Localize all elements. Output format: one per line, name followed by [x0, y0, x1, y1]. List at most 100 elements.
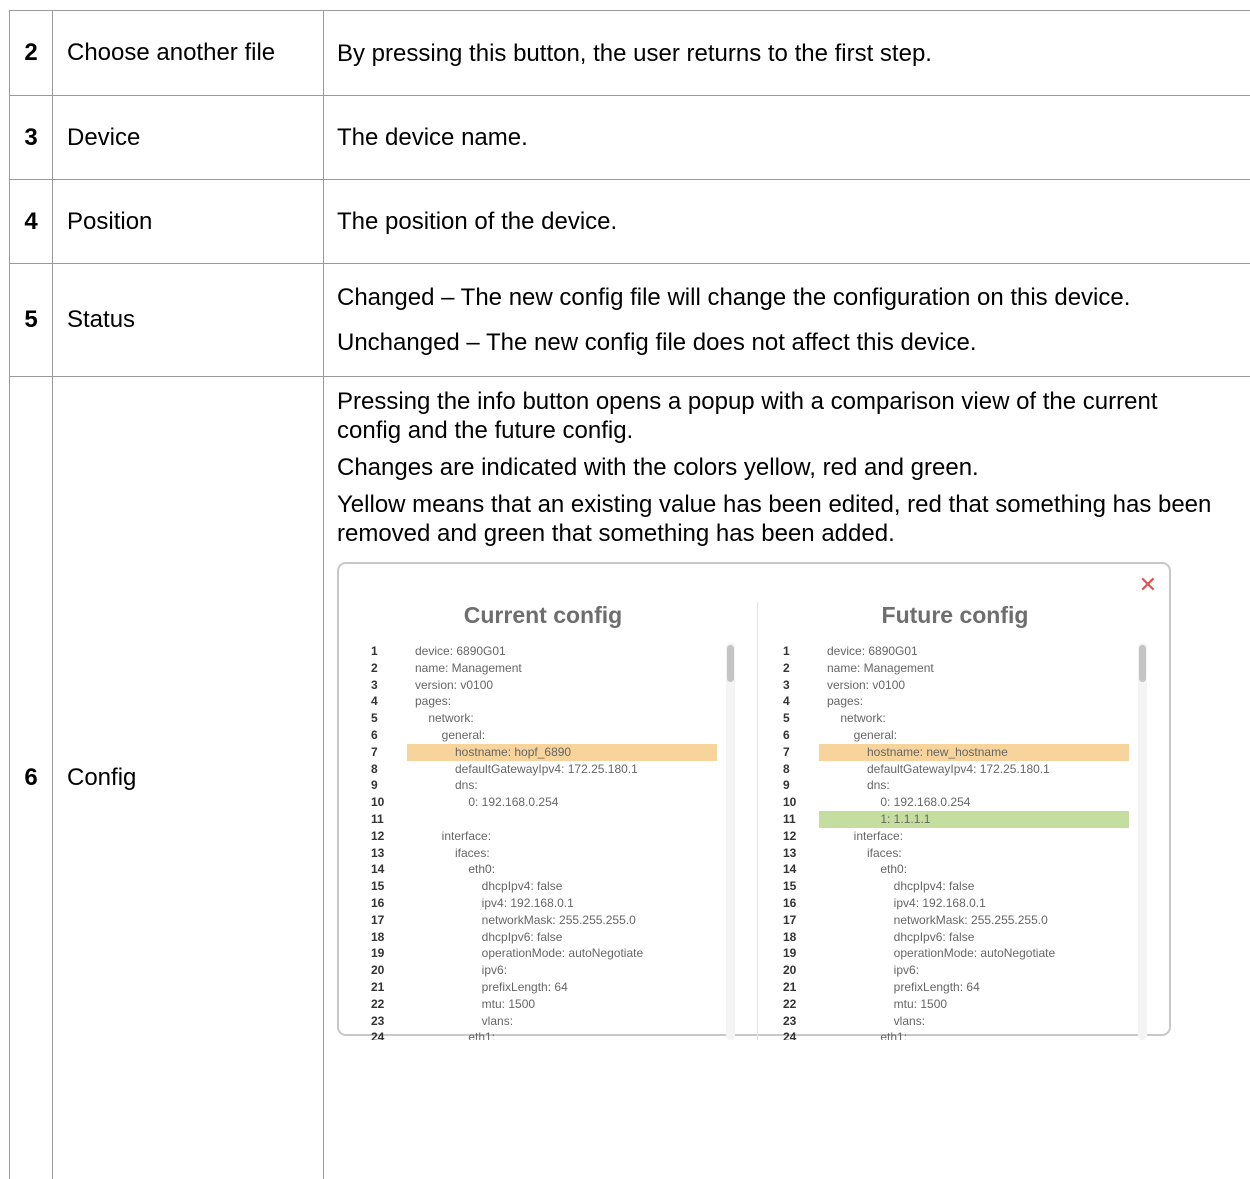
code-line: 4pages:: [349, 693, 737, 710]
line-number: 16: [371, 895, 401, 912]
code-line: 1 device: 6890G01: [349, 643, 737, 660]
code-line: 1device: 6890G01: [761, 643, 1149, 660]
close-icon[interactable]: ✕: [1139, 574, 1157, 596]
code-line: 11: [349, 811, 737, 828]
description-text: By pressing this button, the user return…: [337, 39, 1250, 68]
code-line: 9 dns:: [761, 777, 1149, 794]
code-line: 13 ifaces:: [349, 845, 737, 862]
code-line: 3version: v0100: [349, 677, 737, 694]
line-number: 23: [783, 1013, 813, 1030]
line-number: 3: [783, 677, 813, 694]
line-number: 24: [371, 1029, 401, 1040]
code-line: 21 prefixLength: 64: [761, 979, 1149, 996]
code-line: 22 mtu: 1500: [349, 996, 737, 1013]
line-text: ipv6:: [819, 962, 1129, 979]
line-text: device: 6890G01: [407, 643, 717, 660]
description-text: Yellow means that an existing value has …: [337, 490, 1250, 548]
line-text: ifaces:: [407, 845, 717, 862]
line-text: version: v0100: [407, 677, 717, 694]
line-text: ipv6:: [407, 962, 717, 979]
line-text: network:: [819, 710, 1129, 727]
line-number: 5: [371, 710, 401, 727]
line-number: 8: [783, 761, 813, 778]
line-text: hostname: hopf_6890: [407, 744, 717, 761]
line-text: name: Management: [407, 660, 717, 677]
line-text: vlans:: [407, 1013, 717, 1030]
code-line: 19 operationMode: autoNegotiate: [349, 945, 737, 962]
code-line: 16 ipv4: 192.168.0.1: [761, 895, 1149, 912]
line-text: eth0:: [819, 861, 1129, 878]
line-number: 5: [783, 710, 813, 727]
current-config-code[interactable]: 1device: 6890G012name: Management3versio…: [349, 643, 737, 1040]
line-number: 19: [371, 945, 401, 962]
line-text: mtu: 1500: [819, 996, 1129, 1013]
line-number: 19: [783, 945, 813, 962]
line-text: device: 6890G01: [819, 643, 1129, 660]
code-line: 20 ipv6:: [761, 962, 1149, 979]
table-row: 4 Position The position of the device.: [10, 180, 1250, 264]
line-text: interface:: [407, 828, 717, 845]
line-number: 23: [371, 1013, 401, 1030]
code-line: 23 vlans:: [349, 1013, 737, 1030]
line-number: 12: [783, 828, 813, 845]
scrollbar[interactable]: [1138, 643, 1147, 1040]
row-description: The device name.: [324, 96, 1250, 180]
line-number: 20: [783, 962, 813, 979]
line-number: 13: [371, 845, 401, 862]
line-number: 12: [371, 828, 401, 845]
code-line: 14 eth0:: [761, 861, 1149, 878]
scrollbar-thumb[interactable]: [727, 645, 734, 682]
line-text: dhcpIpv4: false: [407, 878, 717, 895]
line-text: interface:: [819, 828, 1129, 845]
code-line: 19 operationMode: autoNegotiate: [761, 945, 1149, 962]
line-number: 1: [371, 643, 401, 660]
table-row: 5 Status Changed – The new config file w…: [10, 264, 1250, 377]
code-line: 6 general:: [761, 727, 1149, 744]
description-text: The device name.: [337, 123, 1250, 152]
future-config-code[interactable]: 1device: 6890G012name: Management3versio…: [761, 643, 1149, 1040]
line-text: hostname: new_hostname: [819, 744, 1129, 761]
code-line: 9 dns:: [349, 777, 737, 794]
code-line: 3version: v0100: [761, 677, 1149, 694]
code-line: 22 mtu: 1500: [761, 996, 1149, 1013]
line-number: 21: [783, 979, 813, 996]
line-text: defaultGatewayIpv4: 172.25.180.1: [819, 761, 1129, 778]
line-text: dhcpIpv6: false: [819, 929, 1129, 946]
code-line: 2name: Management: [761, 660, 1149, 677]
line-number: 4: [371, 693, 401, 710]
line-number: 6: [371, 727, 401, 744]
line-number: 9: [371, 777, 401, 794]
line-number: 13: [783, 845, 813, 862]
scrollbar[interactable]: [726, 643, 735, 1040]
code-line: 7 hostname: hopf_6890: [349, 744, 737, 761]
future-config-pane: Future config 1device: 6890G012name: Man…: [757, 602, 1149, 1040]
description-text: Changed – The new config file will chang…: [337, 283, 1250, 312]
code-line: 10 0: 192.168.0.254: [349, 794, 737, 811]
row-description: Changed – The new config file will chang…: [324, 264, 1250, 377]
line-number: 7: [783, 744, 813, 761]
line-text: pages:: [819, 693, 1129, 710]
line-text: ipv4: 192.168.0.1: [819, 895, 1129, 912]
code-line: 20 ipv6:: [349, 962, 737, 979]
code-line: 14 eth0:: [349, 861, 737, 878]
row-number: 3: [10, 96, 53, 180]
line-number: 18: [783, 929, 813, 946]
line-text: vlans:: [819, 1013, 1129, 1030]
line-text: 0: 192.168.0.254: [407, 794, 717, 811]
row-number: 4: [10, 180, 53, 264]
line-text: general:: [819, 727, 1129, 744]
code-line: 5 network:: [761, 710, 1149, 727]
scrollbar-thumb[interactable]: [1139, 645, 1146, 682]
current-config-title: Current config: [349, 602, 737, 629]
line-number: 14: [783, 861, 813, 878]
line-text: operationMode: autoNegotiate: [407, 945, 717, 962]
line-number: 4: [783, 693, 813, 710]
line-number: 10: [371, 794, 401, 811]
line-text: prefixLength: 64: [819, 979, 1129, 996]
code-line: 18 dhcpIpv6: false: [761, 929, 1149, 946]
row-name: Device: [53, 96, 324, 180]
line-text: eth1:: [407, 1029, 717, 1040]
line-text: dns:: [819, 777, 1129, 794]
code-line: 13 ifaces:: [761, 845, 1149, 862]
line-text: defaultGatewayIpv4: 172.25.180.1: [407, 761, 717, 778]
